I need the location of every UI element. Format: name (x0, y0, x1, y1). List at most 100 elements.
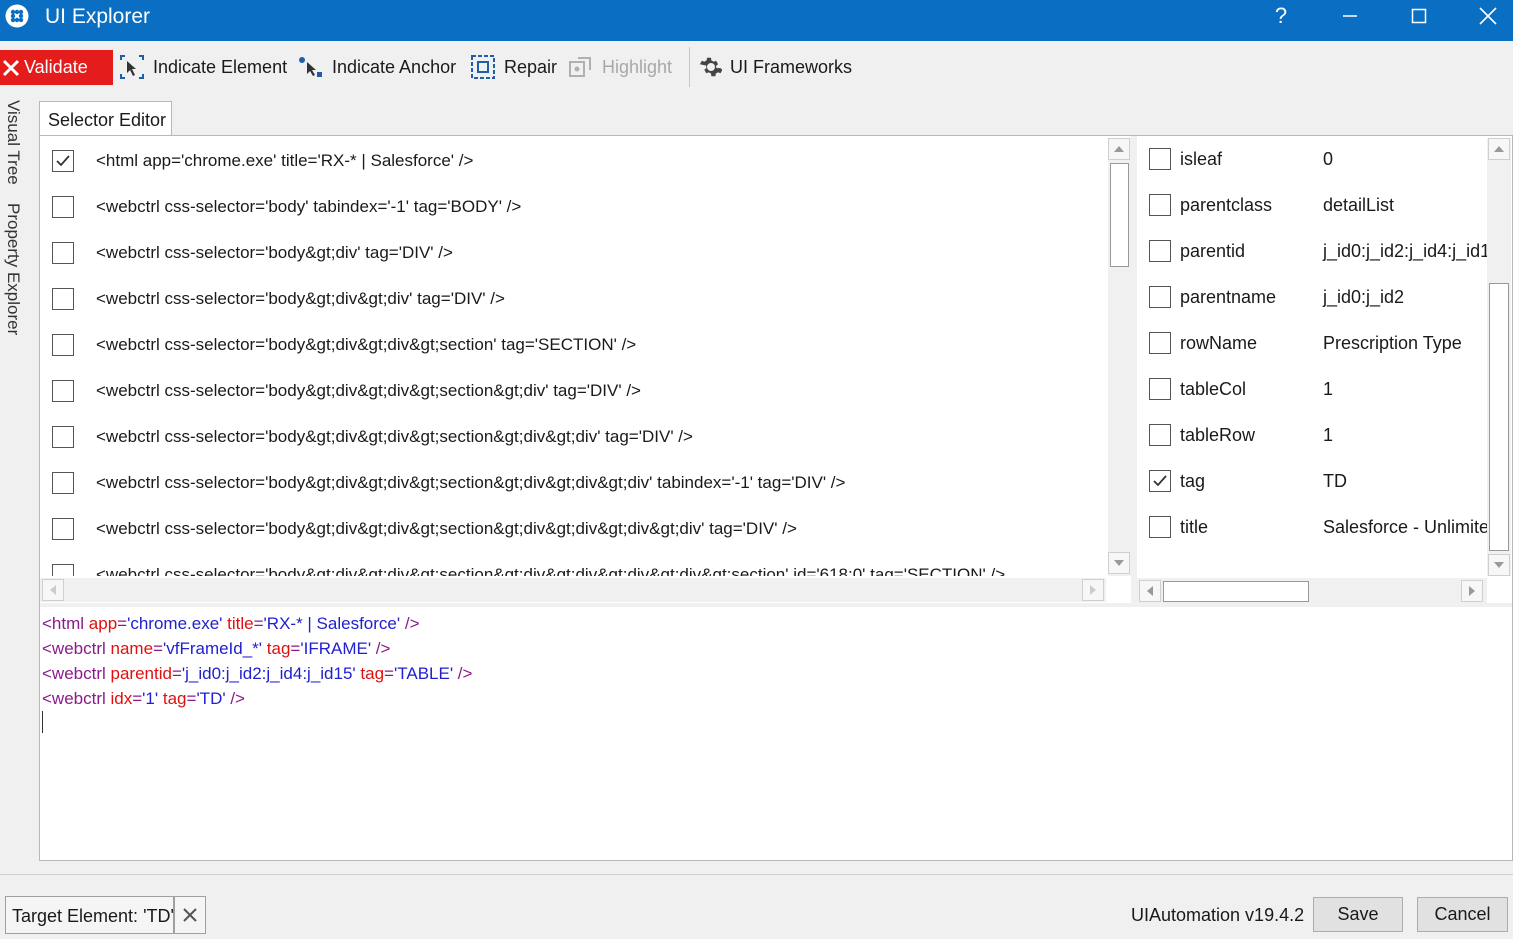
attribute-checkbox[interactable] (1149, 470, 1171, 492)
attribute-name: parentid (1180, 240, 1246, 261)
attribute-value[interactable]: j_id0:j_id2:j_id4:j_id15 (1323, 241, 1487, 262)
attribute-value[interactable]: Prescription Type (1323, 333, 1462, 354)
attribute-list-hscrollbar[interactable] (1137, 578, 1487, 604)
attribute-name: isleaf (1180, 148, 1223, 169)
attribute-row[interactable]: title Salesforce - Unlimited Edition (1137, 504, 1487, 550)
selector-token: 'chrome.exe' (127, 614, 223, 633)
scroll-down-arrow-icon[interactable] (1108, 552, 1130, 574)
editor-splitter[interactable] (40, 603, 1512, 607)
selector-node-list: <html app='chrome.exe' title='RX-* | Sal… (40, 136, 1106, 576)
selector-token: tag (360, 664, 385, 683)
attribute-row[interactable]: tableCol 1 (1137, 366, 1487, 412)
scroll-left-arrow-icon[interactable] (1139, 580, 1161, 602)
attribute-value[interactable]: 1 (1323, 425, 1333, 446)
attribute-value[interactable]: j_id0:j_id2 (1323, 287, 1404, 308)
attribute-list-vscrollbar[interactable] (1487, 138, 1511, 576)
scroll-right-arrow-icon[interactable] (1082, 579, 1104, 601)
selector-node-row[interactable]: <webctrl css-selector='body' tabindex='-… (40, 184, 1106, 230)
tab-selector-editor[interactable]: Selector Editor (39, 101, 172, 136)
minimize-button[interactable] (1327, 0, 1373, 32)
tab-property-explorer[interactable]: Property Explorer (3, 203, 23, 335)
attribute-name: tableCol (1180, 378, 1247, 399)
indicate-element-button[interactable]: Indicate Element (119, 49, 287, 85)
selector-node-row[interactable]: <webctrl css-selector='body&gt;div&gt;di… (40, 368, 1106, 414)
indicate-anchor-button[interactable]: Indicate Anchor (298, 49, 456, 85)
selector-node-row[interactable]: <webctrl css-selector='body&gt;div&gt;di… (40, 460, 1106, 506)
scroll-up-arrow-icon[interactable] (1488, 138, 1510, 160)
checkmark-icon (1153, 475, 1167, 487)
attribute-row[interactable]: parentname j_id0:j_id2 (1137, 274, 1487, 320)
node-checkbox[interactable] (52, 564, 74, 576)
attribute-value[interactable]: Salesforce - Unlimited Edition (1323, 517, 1487, 538)
attribute-checkbox[interactable] (1149, 332, 1171, 354)
node-checkbox[interactable] (52, 334, 74, 356)
attribute-checkbox[interactable] (1149, 194, 1171, 216)
attribute-checkbox[interactable] (1149, 378, 1171, 400)
node-checkbox[interactable] (52, 150, 74, 172)
scroll-thumb[interactable] (1163, 581, 1309, 602)
cursor-target-icon (119, 54, 145, 80)
clear-target-button[interactable] (174, 896, 206, 934)
node-checkbox[interactable] (52, 288, 74, 310)
node-list-hscrollbar[interactable] (40, 578, 1106, 602)
scroll-up-arrow-icon[interactable] (1108, 138, 1130, 160)
cancel-button[interactable]: Cancel (1417, 897, 1508, 932)
ui-frameworks-button[interactable]: UI Frameworks (698, 49, 852, 85)
selector-token: 'TD' (196, 689, 226, 708)
attribute-row[interactable]: rowName Prescription Type (1137, 320, 1487, 366)
close-icon (183, 908, 197, 922)
selector-node-row[interactable]: <html app='chrome.exe' title='RX-* | Sal… (40, 138, 1106, 184)
selector-node-row[interactable]: <webctrl css-selector='body&gt;div&gt;di… (40, 506, 1106, 552)
tab-visual-tree[interactable]: Visual Tree (3, 100, 23, 185)
selector-node-row[interactable]: <webctrl css-selector='body&gt;div&gt;di… (40, 322, 1106, 368)
scroll-right-arrow-icon[interactable] (1461, 580, 1483, 602)
save-button[interactable]: Save (1313, 897, 1403, 932)
attribute-row[interactable]: tableRow 1 (1137, 412, 1487, 458)
node-checkbox[interactable] (52, 472, 74, 494)
validate-button[interactable]: Validate (0, 50, 113, 85)
help-button[interactable]: ? (1258, 0, 1304, 32)
attribute-value[interactable]: 1 (1323, 379, 1333, 400)
scroll-down-arrow-icon[interactable] (1488, 554, 1510, 576)
attribute-row[interactable]: isleaf 0 (1137, 136, 1487, 182)
attribute-row[interactable]: tag TD (1137, 458, 1487, 504)
selector-token: 'RX-* | Salesforce' (263, 614, 401, 633)
node-checkbox[interactable] (52, 380, 74, 402)
attribute-value[interactable]: 0 (1323, 149, 1333, 170)
node-selector-text: <webctrl css-selector='body&gt;div&gt;di… (96, 473, 846, 492)
attribute-row[interactable]: parentclass detailList (1137, 182, 1487, 228)
selector-token: tag (266, 639, 291, 658)
node-checkbox[interactable] (52, 242, 74, 264)
attribute-checkbox[interactable] (1149, 240, 1171, 262)
attribute-row[interactable]: parentid j_id0:j_id2:j_id4:j_id15 (1137, 228, 1487, 274)
selector-node-row[interactable]: <webctrl css-selector='body&gt;div&gt;di… (40, 276, 1106, 322)
attribute-name: rowName (1180, 332, 1258, 353)
attribute-list: isleaf 0 parentclass detailList parentid j_id… (1137, 136, 1487, 576)
node-checkbox[interactable] (52, 426, 74, 448)
selector-node-row[interactable]: <webctrl css-selector='body&gt;div&gt;di… (40, 552, 1106, 576)
highlight-icon (568, 54, 594, 80)
node-list-vscrollbar[interactable] (1108, 138, 1131, 576)
selector-node-row[interactable]: <webctrl css-selector='body&gt;div&gt;di… (40, 414, 1106, 460)
highlight-button[interactable]: Highlight (568, 49, 672, 85)
target-element-label: Target Element: 'TD' (5, 896, 174, 934)
scroll-thumb[interactable] (1110, 163, 1129, 267)
scroll-thumb[interactable] (1489, 283, 1509, 551)
repair-button[interactable]: Repair (470, 49, 557, 85)
selector-node-row[interactable]: <webctrl css-selector='body&gt;div' tag=… (40, 230, 1106, 276)
attribute-value[interactable]: TD (1323, 471, 1347, 492)
node-checkbox[interactable] (52, 518, 74, 540)
anchor-icon (298, 54, 324, 80)
scroll-left-arrow-icon[interactable] (42, 579, 64, 601)
attribute-checkbox[interactable] (1149, 424, 1171, 446)
selector-text-editor[interactable]: <html app='chrome.exe' title='RX-* | Sal… (42, 611, 472, 711)
selector-token: = (253, 614, 264, 633)
close-window-button[interactable] (1465, 0, 1511, 32)
attribute-value[interactable]: detailList (1323, 195, 1394, 216)
attribute-checkbox[interactable] (1149, 286, 1171, 308)
attribute-checkbox[interactable] (1149, 148, 1171, 170)
maximize-button[interactable] (1396, 0, 1442, 32)
selector-token: '1' (142, 689, 159, 708)
attribute-checkbox[interactable] (1149, 516, 1171, 538)
node-checkbox[interactable] (52, 196, 74, 218)
